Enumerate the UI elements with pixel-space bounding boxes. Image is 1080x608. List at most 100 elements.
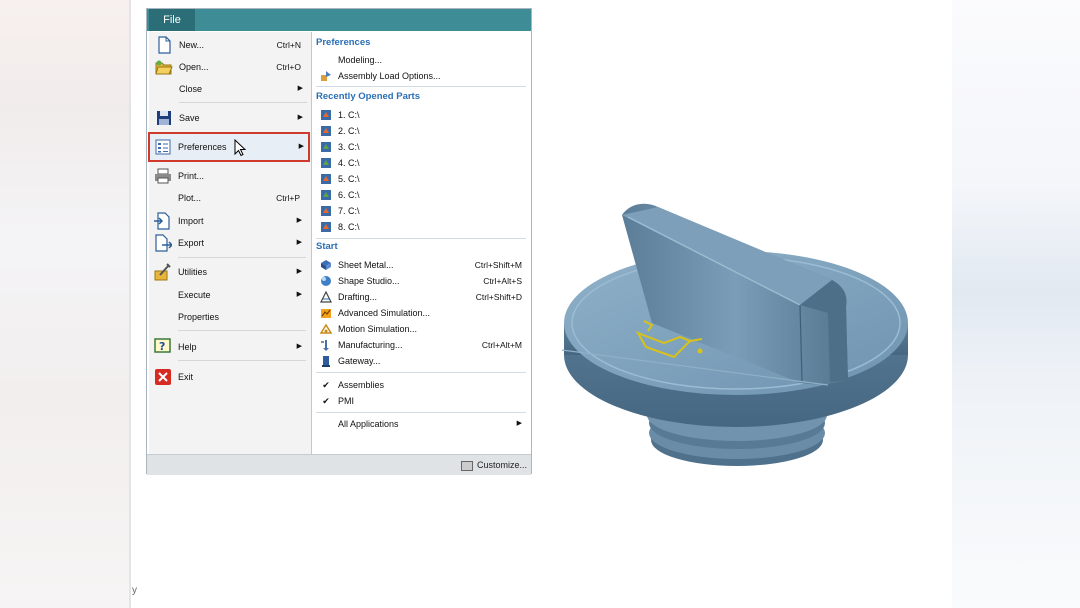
exit-icon — [155, 369, 171, 385]
menu-shortcut: Ctrl+O — [276, 62, 301, 72]
menu-label: Save — [179, 113, 200, 123]
part-file-icon — [321, 110, 331, 120]
check-icon: ✔ — [322, 380, 330, 390]
section-header-start: Start — [316, 241, 338, 252]
menu-item-properties[interactable]: Properties — [150, 307, 306, 327]
menu-label: Shape Studio... — [338, 276, 400, 286]
menu-item-exit[interactable]: Exit — [150, 367, 306, 387]
right-menu-pane: Preferences Modeling... Assembly Load Op… — [312, 32, 530, 454]
menu-label: Drafting... — [338, 292, 378, 302]
recent-part-8[interactable]: 8. C:\ — [312, 219, 528, 235]
help-icon: ? — [154, 338, 171, 353]
section-header-preferences: Preferences — [316, 37, 371, 48]
mouse-cursor-icon — [234, 139, 246, 157]
left-menu-lower: Print... Plot... Ctrl+P Import ▶ Export … — [148, 164, 310, 464]
recent-part-6[interactable]: 6. C:\ — [312, 187, 528, 203]
recent-part-3[interactable]: 3. C:\ — [312, 139, 528, 155]
menu-label: Utilities — [178, 267, 208, 277]
menu-item-execute[interactable]: Execute ▶ — [150, 285, 306, 305]
part-file-icon — [321, 206, 331, 216]
gateway-icon — [322, 356, 330, 367]
menu-label: Plot... — [178, 193, 202, 203]
menu-label: PMI — [338, 396, 355, 406]
menu-label: Modeling... — [338, 55, 383, 65]
chevron-right-icon: ▶ — [516, 420, 522, 427]
menu-item-sheet-metal[interactable]: Sheet Metal... Ctrl+Shift+M — [312, 257, 528, 273]
menu-item-manufacturing[interactable]: Manufacturing... Ctrl+Alt+M — [312, 337, 528, 353]
menu-item-print[interactable]: Print... — [150, 166, 306, 186]
print-icon — [155, 168, 171, 184]
menu-item-shape-studio[interactable]: Shape Studio... Ctrl+Alt+S — [312, 273, 528, 289]
separator — [316, 412, 526, 413]
separator — [178, 257, 306, 258]
customize-button[interactable]: Customize... — [460, 457, 527, 473]
menu-item-open[interactable]: Open... Ctrl+O — [151, 57, 307, 77]
recent-part-7[interactable]: 7. C:\ — [312, 203, 528, 219]
menu-item-close[interactable]: Close ▶ — [151, 79, 307, 99]
recent-part-5[interactable]: 5. C:\ — [312, 171, 528, 187]
recent-part-label: 8. C:\ — [338, 222, 360, 232]
menu-item-advanced-simulation[interactable]: Advanced Simulation... — [312, 305, 528, 321]
oil-cap-3d-model[interactable] — [560, 195, 912, 475]
menu-item-preferences[interactable]: Preferences ▶ — [148, 132, 310, 162]
assembly-load-icon — [321, 71, 331, 81]
file-tab[interactable]: File — [149, 9, 195, 31]
open-folder-icon — [155, 60, 173, 75]
menu-shortcut: Ctrl+N — [276, 40, 301, 50]
menu-item-pmi[interactable]: ✔ PMI — [312, 393, 528, 409]
chevron-right-icon: ▶ — [297, 114, 303, 121]
menu-label: Sheet Metal... — [338, 260, 394, 270]
menu-item-assemblies[interactable]: ✔ Assemblies — [312, 377, 528, 393]
separator — [179, 102, 307, 103]
menu-label: Help — [178, 342, 197, 352]
chevron-right-icon: ▶ — [297, 85, 303, 92]
recent-part-2[interactable]: 2. C:\ — [312, 123, 528, 139]
menu-item-modeling[interactable]: Modeling... — [312, 52, 528, 68]
recent-part-label: 7. C:\ — [338, 206, 360, 216]
recent-part-label: 5. C:\ — [338, 174, 360, 184]
menu-item-plot[interactable]: Plot... Ctrl+P — [150, 188, 306, 208]
part-file-icon — [321, 142, 331, 152]
save-icon — [157, 111, 171, 125]
menu-item-all-applications[interactable]: All Applications ▶ — [312, 416, 528, 432]
part-file-icon — [321, 222, 331, 232]
menu-item-help[interactable]: ? Help ▶ — [150, 337, 306, 357]
motion-simulation-icon — [320, 323, 332, 334]
menu-item-import[interactable]: Import ▶ — [150, 211, 306, 231]
menu-shortcut: Ctrl+Shift+M — [474, 260, 522, 270]
recent-part-label: 2. C:\ — [338, 126, 360, 136]
separator — [316, 238, 526, 239]
sheet-metal-icon — [321, 260, 331, 270]
edge-artifact: y — [132, 585, 137, 596]
drafting-icon — [320, 291, 332, 303]
menu-item-drafting[interactable]: Drafting... Ctrl+Shift+D — [312, 289, 528, 305]
chevron-right-icon: ▶ — [296, 268, 302, 275]
separator — [178, 330, 306, 331]
separator — [316, 372, 526, 373]
utilities-icon — [154, 263, 171, 281]
menu-label: Advanced Simulation... — [338, 308, 431, 318]
chevron-right-icon: ▶ — [296, 291, 302, 298]
menu-shortcut: Ctrl+Alt+M — [481, 340, 522, 350]
menu-item-save[interactable]: Save ▶ — [151, 108, 307, 128]
menu-label: Exit — [178, 372, 194, 382]
shape-studio-icon — [321, 276, 331, 286]
menu-item-utilities[interactable]: Utilities ▶ — [150, 262, 306, 282]
part-file-icon — [321, 190, 331, 200]
blurred-right-background — [952, 0, 1080, 608]
menu-label: Assembly Load Options... — [338, 71, 441, 81]
recent-part-label: 4. C:\ — [338, 158, 360, 168]
menu-item-gateway[interactable]: Gateway... — [312, 353, 528, 369]
recent-part-label: 1. C:\ — [338, 110, 360, 120]
menu-item-motion-simulation[interactable]: Motion Simulation... — [312, 321, 528, 337]
menu-label: Preferences — [178, 142, 227, 152]
menu-label: Assemblies — [338, 380, 385, 390]
part-file-icon — [321, 158, 331, 168]
recent-part-1[interactable]: 1. C:\ — [312, 107, 528, 123]
menu-item-assembly-load-options[interactable]: Assembly Load Options... — [312, 68, 528, 84]
menu-item-export[interactable]: Export ▶ — [150, 233, 306, 253]
part-file-icon — [321, 126, 331, 136]
recent-part-4[interactable]: 4. C:\ — [312, 155, 528, 171]
menu-item-new[interactable]: New... Ctrl+N — [151, 35, 307, 55]
menu-label: Open... — [179, 62, 209, 72]
